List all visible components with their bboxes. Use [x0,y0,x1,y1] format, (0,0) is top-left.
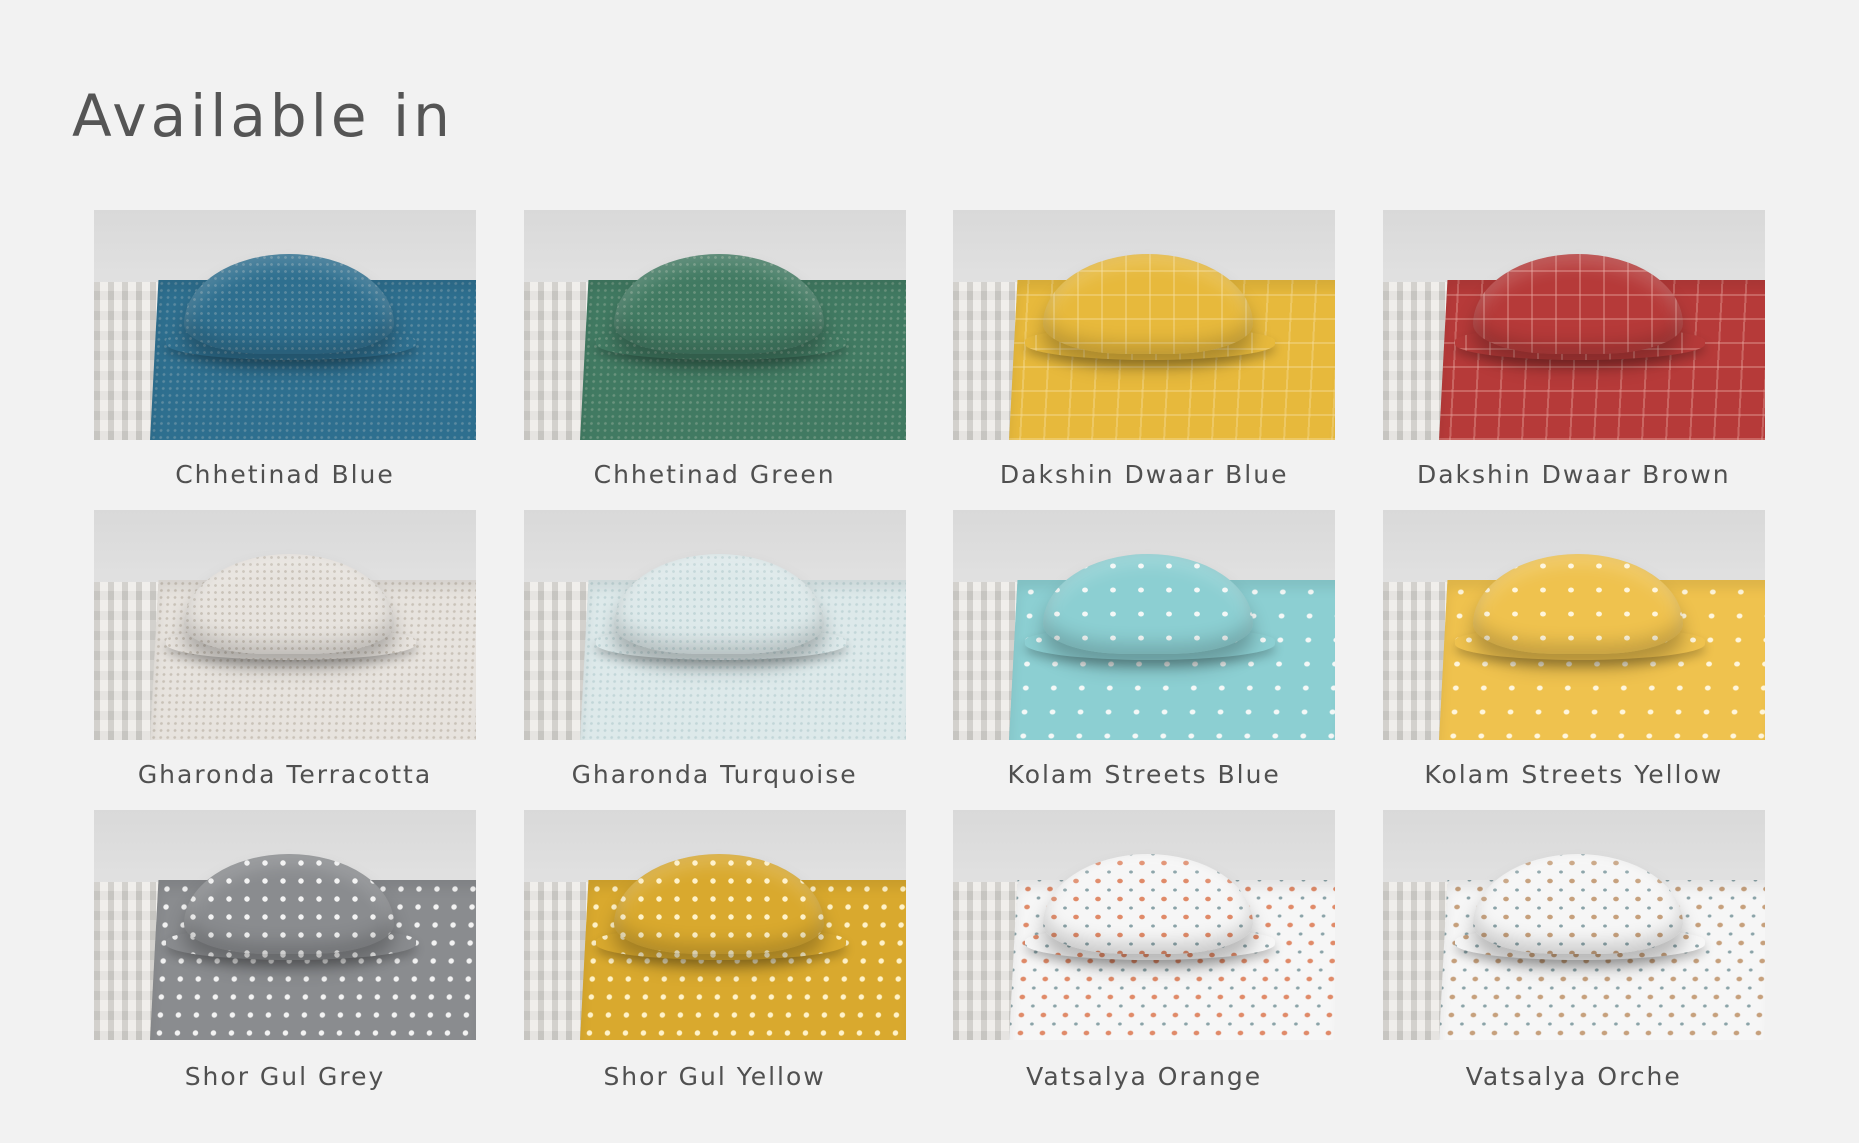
variant-image[interactable] [953,510,1336,740]
variant-image[interactable] [1382,210,1765,440]
variant-label[interactable]: Dakshin Dwaar Blue [953,460,1335,490]
variant-image[interactable] [953,210,1336,440]
variant-grid: Chhetinad Blue Chhetinad Green Dakshin D… [94,210,1765,1126]
variant-card-chhetinad-blue[interactable]: Chhetinad Blue [94,210,476,510]
variant-card-dakshin-dwaar-brown[interactable]: Dakshin Dwaar Brown [1382,210,1765,510]
variant-card-vatsalya-orche[interactable]: Vatsalya Orche [1382,810,1765,1126]
variant-label[interactable]: Chhetinad Green [524,460,906,490]
availability-page: Available in Chhetinad Blue Chhetinad Gr… [0,0,1859,1143]
variant-label[interactable]: Vatsalya Orche [1383,1062,1765,1092]
variant-card-shor-gul-yellow[interactable]: Shor Gul Yellow [523,810,906,1126]
variant-label[interactable]: Chhetinad Blue [94,460,476,490]
variant-label[interactable]: Gharonda Terracotta [94,760,476,790]
variant-card-dakshin-dwaar-blue[interactable]: Dakshin Dwaar Blue [953,210,1336,510]
variant-image[interactable] [523,210,906,440]
variant-image[interactable] [94,810,476,1040]
variant-card-kolam-streets-blue[interactable]: Kolam Streets Blue [953,510,1336,810]
variant-label[interactable]: Gharonda Turquoise [524,760,906,790]
variant-card-kolam-streets-yellow[interactable]: Kolam Streets Yellow [1382,510,1765,810]
variant-image[interactable] [1382,810,1765,1040]
variant-image[interactable] [523,810,906,1040]
variant-card-shor-gul-grey[interactable]: Shor Gul Grey [94,810,476,1126]
variant-image[interactable] [1382,510,1765,740]
variant-label[interactable]: Kolam Streets Blue [953,760,1335,790]
variant-label[interactable]: Vatsalya Orange [953,1062,1335,1092]
variant-image[interactable] [94,210,476,440]
variant-label[interactable]: Kolam Streets Yellow [1383,760,1765,790]
variant-label[interactable]: Dakshin Dwaar Brown [1383,460,1765,490]
variant-image[interactable] [953,810,1336,1040]
variant-card-chhetinad-green[interactable]: Chhetinad Green [523,210,906,510]
section-title: Available in [72,82,454,150]
variant-card-gharonda-terracotta[interactable]: Gharonda Terracotta [94,510,476,810]
variant-image[interactable] [94,510,476,740]
variant-card-gharonda-turquoise[interactable]: Gharonda Turquoise [523,510,906,810]
variant-image[interactable] [523,510,906,740]
variant-card-vatsalya-orange[interactable]: Vatsalya Orange [953,810,1336,1126]
variant-label[interactable]: Shor Gul Grey [94,1062,476,1092]
variant-label[interactable]: Shor Gul Yellow [524,1062,906,1092]
